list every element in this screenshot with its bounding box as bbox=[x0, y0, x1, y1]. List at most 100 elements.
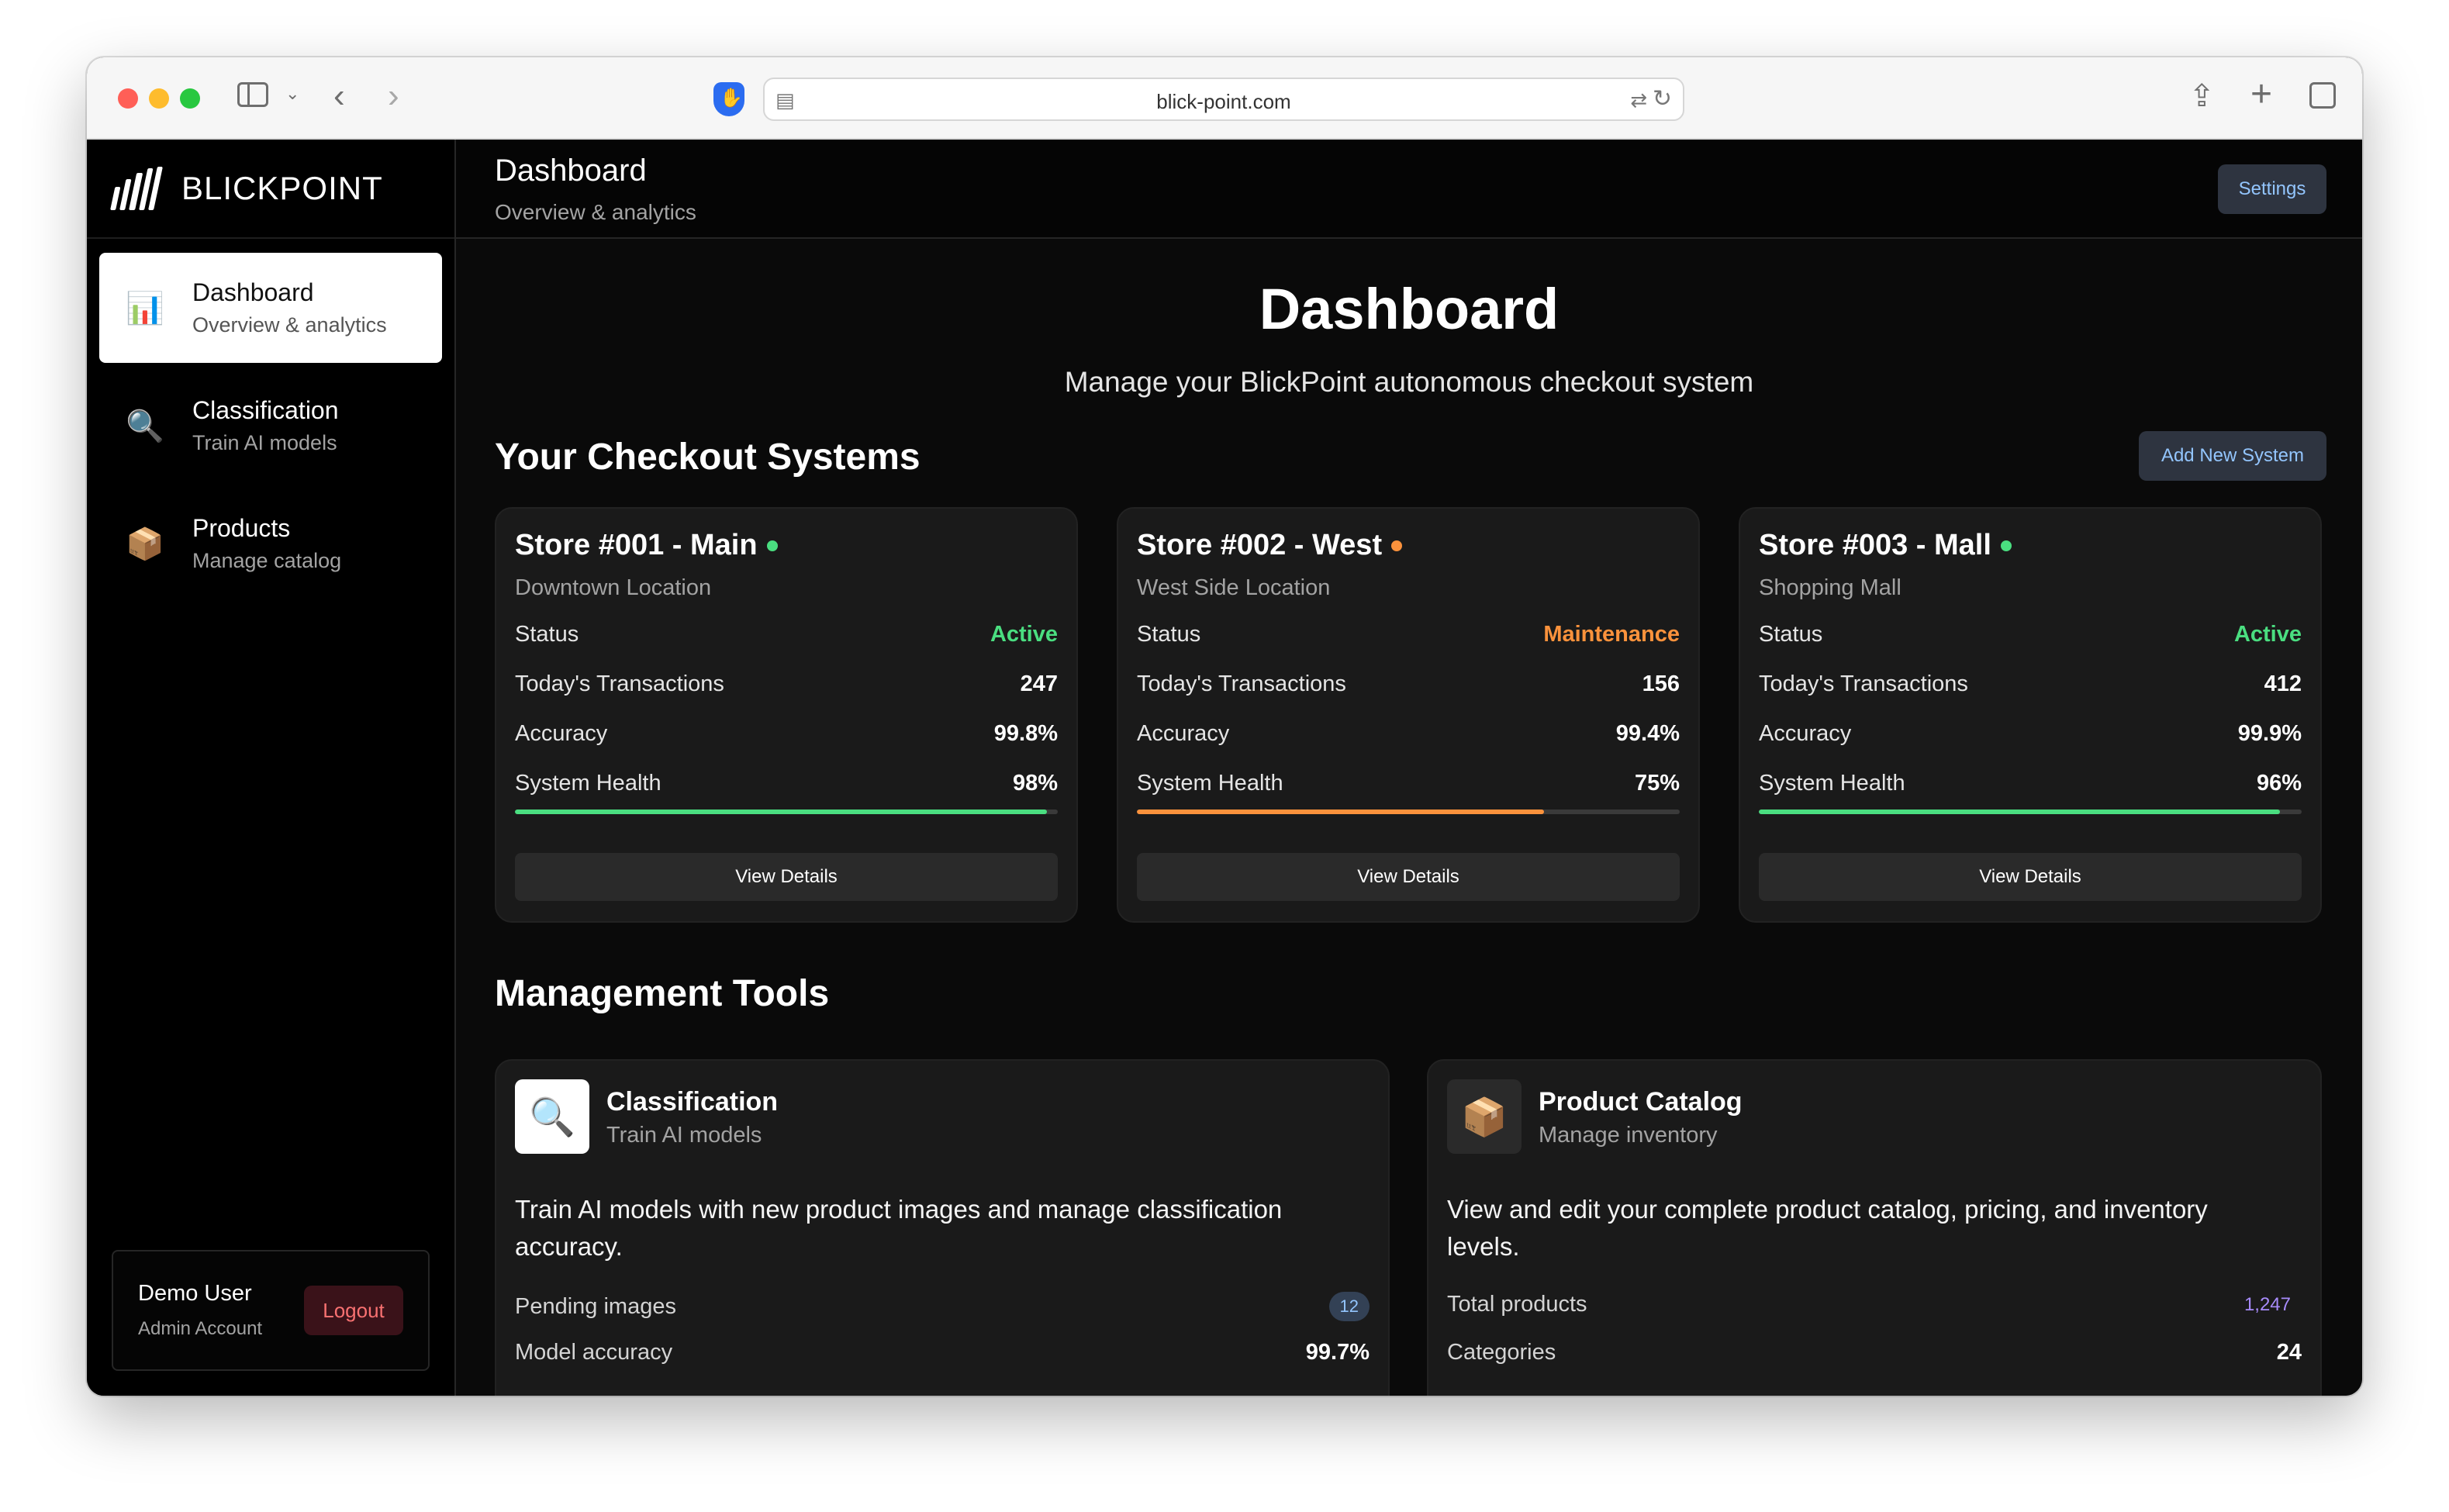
add-new-system-button[interactable]: Add New System bbox=[2139, 431, 2326, 481]
sidebar-item-title: Dashboard bbox=[192, 278, 314, 306]
address-bar[interactable]: ▤ blick-point.com ⇄ ↻ bbox=[763, 78, 1684, 121]
tool-title: Product Catalog bbox=[1539, 1087, 1743, 1117]
transactions-label: Today's Transactions bbox=[515, 671, 724, 696]
health-progress-bar bbox=[1137, 810, 1680, 814]
magnifier-icon: 🔍 bbox=[126, 409, 164, 444]
store-name: Store #002 - West bbox=[1137, 529, 1383, 561]
status-dot-icon bbox=[2000, 540, 2012, 551]
status-row: Status Maintenance bbox=[1137, 622, 1680, 647]
tool-description: View and edit your complete product cata… bbox=[1447, 1195, 2208, 1261]
health-label: System Health bbox=[515, 771, 661, 796]
status-badge: Active bbox=[2233, 622, 2302, 647]
total-products-row: Total products 1,247 bbox=[1447, 1292, 2302, 1317]
package-icon: 📦 bbox=[126, 526, 164, 561]
accuracy-value: 99.9% bbox=[2237, 721, 2302, 746]
transactions-row: Today's Transactions 156 bbox=[1137, 671, 1680, 697]
accuracy-label: Accuracy bbox=[515, 721, 608, 746]
tool-card-classification[interactable]: 🔍 Classification Train AI models Train A… bbox=[495, 1059, 1390, 1396]
sidebar-item-title: Products bbox=[192, 514, 291, 542]
status-label: Status bbox=[515, 622, 579, 647]
sidebar-item-subtitle: Overview & analytics bbox=[192, 313, 387, 337]
settings-button[interactable]: Settings bbox=[2218, 164, 2326, 214]
status-dot-icon bbox=[766, 540, 778, 551]
status-dot-icon bbox=[1391, 540, 1403, 551]
forward-arrow-icon[interactable]: › bbox=[388, 79, 399, 113]
view-details-button[interactable]: View Details bbox=[1759, 853, 2302, 901]
view-details-button[interactable]: View Details bbox=[1137, 853, 1680, 901]
user-name: Demo User bbox=[138, 1281, 252, 1306]
system-card-store-002: Store #002 - West West Side Location Sta… bbox=[1117, 507, 1700, 923]
system-card-store-001: Store #001 - Main Downtown Location Stat… bbox=[495, 507, 1078, 923]
transactions-value: 247 bbox=[1020, 671, 1058, 696]
model-accuracy-row: Model accuracy 99.7% bbox=[515, 1340, 1370, 1365]
card-title: Store #001 - Main bbox=[515, 529, 778, 562]
health-label: System Health bbox=[1137, 771, 1283, 796]
sidebar-item-classification[interactable]: 🔍 Classification Train AI models bbox=[99, 371, 442, 481]
minimize-window-button[interactable] bbox=[149, 88, 169, 109]
sidebar-item-products[interactable]: 📦 Products Manage catalog bbox=[99, 488, 442, 599]
sidebar-item-subtitle: Train AI models bbox=[192, 431, 337, 454]
system-card-store-003: Store #003 - Mall Shopping Mall Status A… bbox=[1739, 507, 2322, 923]
zoom-window-button[interactable] bbox=[180, 88, 200, 109]
stat-value: 24 bbox=[2276, 1340, 2302, 1365]
status-row: Status Active bbox=[1759, 622, 2302, 647]
stat-label: Pending images bbox=[515, 1293, 676, 1319]
status-badge: Maintenance bbox=[1543, 622, 1680, 647]
reload-icon[interactable]: ↻ bbox=[1653, 85, 1672, 112]
stat-value: 99.7% bbox=[1305, 1340, 1370, 1365]
transactions-label: Today's Transactions bbox=[1137, 671, 1346, 696]
close-window-button[interactable] bbox=[118, 88, 138, 109]
transactions-row: Today's Transactions 247 bbox=[515, 671, 1058, 697]
header-subtitle: Overview & analytics bbox=[495, 200, 696, 224]
accuracy-label: Accuracy bbox=[1137, 721, 1230, 746]
tool-subtitle: Manage inventory bbox=[1539, 1123, 1718, 1148]
tab-overview-icon[interactable] bbox=[2309, 82, 2336, 109]
health-value: 96% bbox=[2256, 771, 2302, 796]
status-row: Status Active bbox=[515, 622, 1058, 647]
health-value: 98% bbox=[1012, 771, 1058, 796]
brand[interactable]: BLICKPOINT bbox=[87, 140, 454, 239]
tools-heading: Management Tools bbox=[495, 973, 830, 1014]
sidebar-nav: 📊 Dashboard Overview & analytics 🔍 Class… bbox=[87, 239, 454, 620]
translate-icon[interactable]: ⇄ bbox=[1630, 88, 1647, 112]
user-role: Admin Account bbox=[138, 1318, 263, 1339]
accuracy-value: 99.8% bbox=[993, 721, 1058, 746]
accuracy-row: Accuracy 99.8% bbox=[515, 721, 1058, 747]
transactions-value: 156 bbox=[1642, 671, 1680, 696]
store-location: Downtown Location bbox=[515, 575, 712, 600]
store-location: Shopping Mall bbox=[1759, 575, 1902, 600]
new-tab-icon[interactable]: + bbox=[2250, 76, 2272, 113]
sidebar-item-dashboard[interactable]: 📊 Dashboard Overview & analytics bbox=[99, 253, 442, 363]
view-details-button[interactable]: View Details bbox=[515, 853, 1058, 901]
stat-label: Model accuracy bbox=[515, 1340, 673, 1365]
store-name: Store #003 - Mall bbox=[1759, 529, 1991, 561]
sidebar-toggle-icon[interactable] bbox=[237, 82, 268, 107]
systems-heading: Your Checkout Systems bbox=[495, 437, 921, 478]
status-badge: Active bbox=[990, 622, 1058, 647]
health-progress-fill bbox=[515, 810, 1047, 814]
back-arrow-icon[interactable]: ‹ bbox=[333, 79, 345, 113]
logout-button[interactable]: Logout bbox=[304, 1286, 403, 1335]
chevron-down-icon[interactable]: ⌄ bbox=[285, 85, 299, 102]
browser-toolbar: ⌄ ‹ › ▤ blick-point.com ⇄ ↻ ⇪ + bbox=[87, 57, 2362, 140]
share-icon[interactable]: ⇪ bbox=[2188, 81, 2215, 112]
tool-title: Classification bbox=[606, 1087, 779, 1117]
sidebar: BLICKPOINT 📊 Dashboard Overview & analyt… bbox=[87, 140, 456, 1396]
health-row: System Health 96% bbox=[1759, 771, 2302, 796]
privacy-shield-icon[interactable] bbox=[713, 82, 744, 116]
header-title: Dashboard bbox=[495, 154, 647, 188]
status-label: Status bbox=[1137, 622, 1201, 647]
tool-subtitle: Train AI models bbox=[606, 1123, 762, 1148]
page-header: Dashboard Overview & analytics Settings bbox=[456, 140, 2362, 239]
health-label: System Health bbox=[1759, 771, 1905, 796]
brand-name: BLICKPOINT bbox=[181, 170, 383, 206]
status-label: Status bbox=[1759, 622, 1823, 647]
tool-card-product-catalog[interactable]: 📦 Product Catalog Manage inventory View … bbox=[1427, 1059, 2322, 1396]
health-row: System Health 98% bbox=[515, 771, 1058, 796]
page-subtitle: Manage your BlickPoint autonomous checko… bbox=[1064, 366, 1754, 398]
tool-description: Train AI models with new product images … bbox=[515, 1195, 1283, 1261]
page-title: Dashboard bbox=[1259, 277, 1560, 341]
health-value: 75% bbox=[1634, 771, 1680, 796]
transactions-row: Today's Transactions 412 bbox=[1759, 671, 2302, 697]
categories-row: Categories 24 bbox=[1447, 1340, 2302, 1365]
